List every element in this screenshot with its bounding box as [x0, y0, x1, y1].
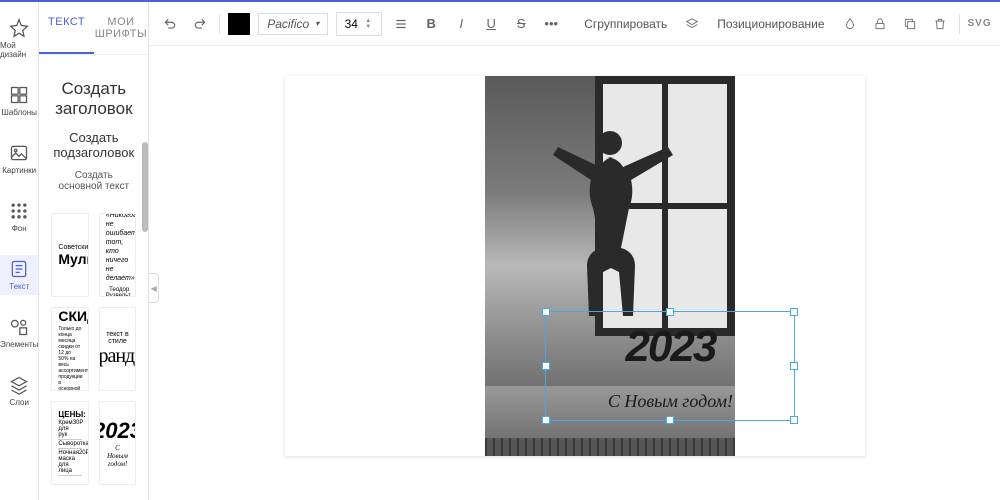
layers-toolbar-icon[interactable]: [681, 13, 703, 35]
text-templates: Советские Мультики «Никогда не ошибается…: [39, 207, 148, 491]
create-body-text[interactable]: Создать основной текст: [53, 165, 134, 197]
template-card[interactable]: Советские Мультики: [51, 213, 88, 297]
rail-label: Мой дизайн: [0, 41, 38, 59]
template-text: Карандаш: [99, 345, 136, 368]
svg-export[interactable]: SVG: [968, 18, 992, 29]
panel-tabs: ТЕКСТ МОИ ШРИФТЫ: [39, 2, 148, 55]
create-heading[interactable]: Создать заголовок: [53, 73, 134, 125]
panel-collapse-handle[interactable]: ◀: [149, 273, 159, 303]
opacity-button[interactable]: [839, 13, 861, 35]
greeting-text[interactable]: С Новым годом!: [546, 391, 794, 412]
template-card[interactable]: Сезонные СКИДКИ Только до конца месяца с…: [51, 307, 88, 391]
artboard[interactable]: 2023 С Новым годом!: [285, 76, 865, 456]
tab-my-fonts[interactable]: МОИ ШРИФТЫ: [94, 2, 148, 54]
text-icon: [9, 259, 29, 279]
selection-box[interactable]: 2023 С Новым годом!: [545, 311, 795, 421]
size-down[interactable]: ▼: [365, 24, 371, 30]
rail-elements[interactable]: Элементы: [0, 313, 38, 353]
resize-handle[interactable]: [790, 308, 798, 316]
color-swatch[interactable]: [228, 13, 250, 35]
template-text: Теодор Рузвельт: [106, 287, 129, 297]
underline-button[interactable]: U: [480, 13, 502, 35]
template-card[interactable]: «Никогда не ошибается тот, кто ничего не…: [99, 213, 136, 297]
resize-handle[interactable]: [542, 308, 550, 316]
template-card[interactable]: 2023 С Новым годом!: [99, 401, 136, 485]
delete-button[interactable]: [929, 13, 951, 35]
rail-label: Шаблоны: [2, 108, 37, 117]
chevron-down-icon: ▾: [315, 19, 319, 28]
template-text: 2023: [99, 418, 136, 444]
rail-label: Картинки: [2, 166, 36, 175]
duplicate-button[interactable]: [899, 13, 921, 35]
resize-handle[interactable]: [790, 362, 798, 370]
rail-label: Фон: [12, 224, 27, 233]
text-panel: ТЕКСТ МОИ ШРИФТЫ Создать заголовок Созда…: [39, 2, 149, 500]
create-subheading[interactable]: Создать подзаголовок: [53, 125, 134, 165]
star-icon: [9, 18, 29, 38]
position-button[interactable]: Позиционирование: [711, 17, 830, 31]
dancer-figure: [545, 116, 675, 336]
rail-label: Текст: [9, 282, 29, 291]
template-text: «Никогда не ошибается тот, кто ничего не…: [106, 213, 129, 283]
template-card[interactable]: ЦЕНЫ: Крем для рук30P Сыворотка20P Ночна…: [51, 401, 88, 485]
template-text: Мультики: [58, 251, 81, 267]
template-text: С Новым годом!: [106, 444, 129, 468]
rail-text[interactable]: Текст: [0, 255, 38, 295]
group-button[interactable]: Сгруппировать: [578, 17, 673, 31]
font-size-input[interactable]: ▲▼: [336, 12, 382, 36]
text-toolbar: Pacifico▾ ▲▼ B I U S ••• Сгруппировать П…: [149, 2, 1000, 46]
strike-button[interactable]: S: [510, 13, 532, 35]
grid-icon: [9, 85, 29, 105]
bold-button[interactable]: B: [420, 13, 442, 35]
rail-label: Элементы: [0, 340, 38, 349]
text-options: Создать заголовок Создать подзаголовок С…: [39, 55, 148, 207]
apps-icon: [9, 201, 29, 221]
image-icon: [9, 143, 29, 163]
template-text: текст в стиле: [106, 331, 129, 345]
rail-templates[interactable]: Шаблоны: [0, 81, 38, 121]
tab-text[interactable]: ТЕКСТ: [39, 2, 93, 54]
template-text: ЦЕНЫ:: [58, 410, 81, 419]
panel-scrollbar[interactable]: [142, 2, 148, 500]
redo-button[interactable]: [189, 13, 211, 35]
lock-button[interactable]: [869, 13, 891, 35]
size-field[interactable]: [337, 17, 365, 31]
year-text[interactable]: 2023: [546, 322, 794, 372]
rail-label: Слои: [9, 398, 28, 407]
canvas-wrap: Pacifico▾ ▲▼ B I U S ••• Сгруппировать П…: [149, 2, 1000, 500]
resize-handle[interactable]: [666, 308, 674, 316]
resize-handle[interactable]: [542, 416, 550, 424]
layers-icon: [9, 375, 29, 395]
template-text: Советские: [58, 244, 81, 251]
template-text: СКИДКИ: [58, 308, 81, 324]
rail-background[interactable]: Фон: [0, 197, 38, 237]
shapes-icon: [9, 317, 29, 337]
resize-handle[interactable]: [666, 416, 674, 424]
canvas-area[interactable]: ◀ 2023 С Новым годом!: [149, 46, 1000, 500]
rail-my-design[interactable]: Мой дизайн: [0, 14, 38, 63]
template-card[interactable]: текст в стиле Карандаш: [99, 307, 136, 391]
undo-button[interactable]: [159, 13, 181, 35]
font-selector[interactable]: Pacifico▾: [258, 13, 328, 35]
resize-handle[interactable]: [542, 362, 550, 370]
rail-images[interactable]: Картинки: [0, 139, 38, 179]
italic-button[interactable]: I: [450, 13, 472, 35]
align-button[interactable]: [390, 13, 412, 35]
resize-handle[interactable]: [790, 416, 798, 424]
more-button[interactable]: •••: [540, 13, 562, 35]
template-text: Только до конца месяца скидки от 12 до 5…: [58, 326, 81, 392]
left-rail: Мой дизайн Шаблоны Картинки Фон Текст Эл…: [0, 2, 39, 500]
rail-layers[interactable]: Слои: [0, 371, 38, 411]
